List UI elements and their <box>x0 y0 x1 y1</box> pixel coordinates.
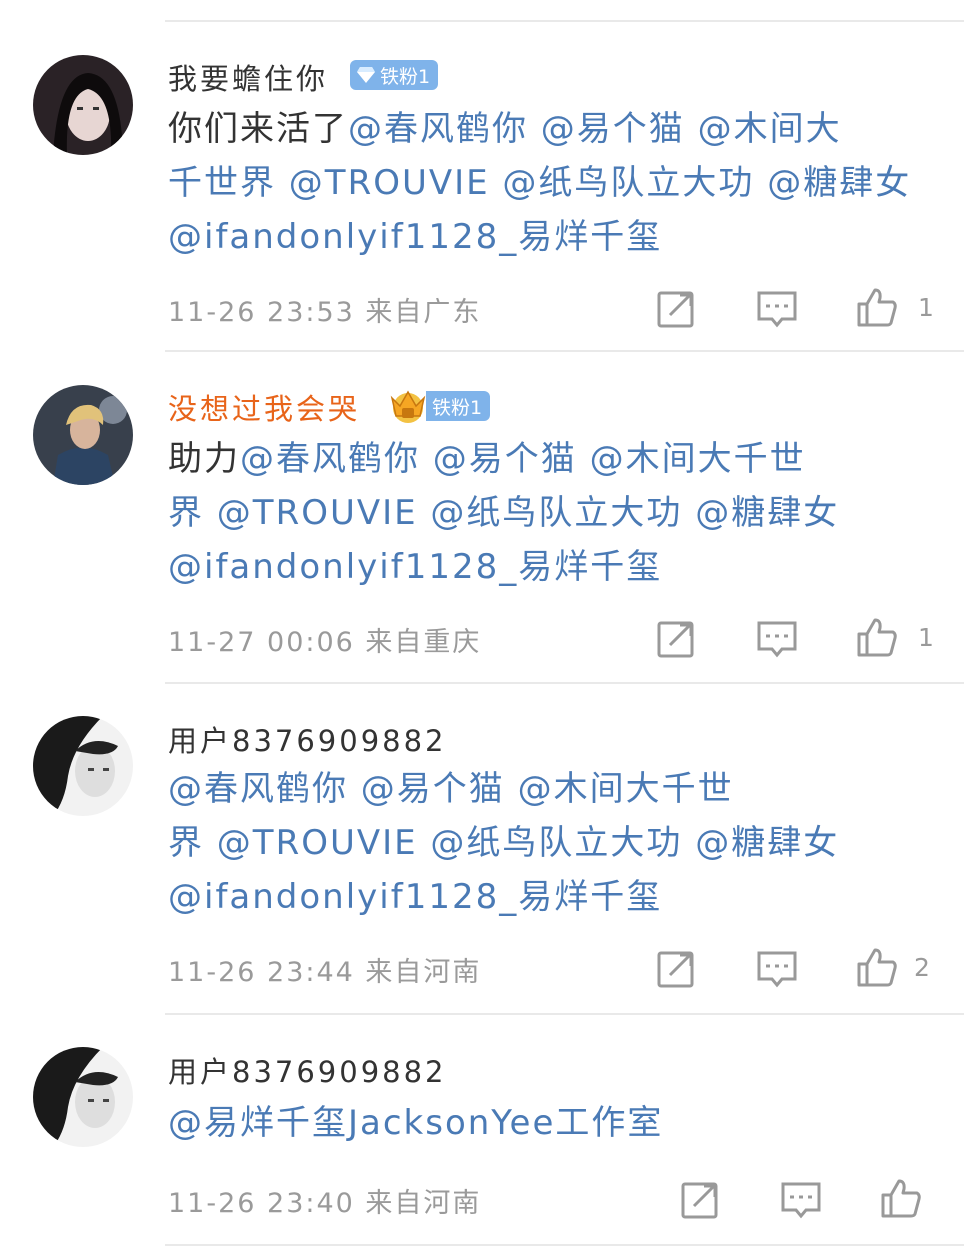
avatar[interactable] <box>33 1047 133 1147</box>
share-edit-icon <box>657 291 694 328</box>
comment-line: @ifandonlyif1128_易烊千玺 <box>168 540 928 594</box>
mention-link[interactable]: @ifandonlyif1128_易烊千玺 <box>168 547 662 587</box>
mention-link[interactable]: 千世界 @TROUVIE @纸鸟队立大功 @糖肆女 <box>168 163 911 203</box>
share-button[interactable] <box>656 288 698 330</box>
share-edit-icon <box>657 621 694 658</box>
crown-icon <box>390 390 426 423</box>
mention-link[interactable]: @春风鹤你 @易个猫 @木间大千世 <box>168 769 734 809</box>
mention-link[interactable]: @春风鹤你 @易个猫 @木间大千世 <box>240 439 806 479</box>
thumbs-up-icon <box>857 618 897 657</box>
like-count: 2 <box>914 953 930 982</box>
mention-link[interactable]: @春风鹤你 @易个猫 @木间大 <box>348 109 842 149</box>
comment-bubble-icon <box>757 291 797 328</box>
divider <box>165 350 964 352</box>
text-segment: 你们来活了 <box>168 109 348 149</box>
comment-line: 你们来活了@春风鹤你 @易个猫 @木间大 <box>168 102 928 156</box>
like-count: 1 <box>918 293 934 322</box>
comment-line: @ifandonlyif1128_易烊千玺 <box>168 870 928 924</box>
like-button[interactable] <box>856 616 898 658</box>
comment-meta: 11-26 23:44 来自河南 <box>168 957 482 988</box>
comment-list: 我要蟾住你 铁粉1 你们来活了@春风鹤你 @易个猫 @木间大 千世界 @TROU… <box>0 0 964 1255</box>
fan-badge: 铁粉1 <box>426 391 491 421</box>
badge-label: 铁粉1 <box>432 396 483 419</box>
avatar[interactable] <box>33 716 133 816</box>
comment-line: @易烊千玺JacksonYee工作室 <box>168 1096 928 1150</box>
comment-line: @ifandonlyif1128_易烊千玺 <box>168 210 928 264</box>
avatar[interactable] <box>33 385 133 485</box>
reply-button[interactable] <box>780 1179 822 1221</box>
mention-link[interactable]: @ifandonlyif1128_易烊千玺 <box>168 877 662 917</box>
comment-line: 助力@春风鹤你 @易个猫 @木间大千世 <box>168 432 928 486</box>
comment-line: @春风鹤你 @易个猫 @木间大千世 <box>168 762 928 816</box>
thumbs-up-icon <box>881 1179 921 1218</box>
divider <box>165 20 964 22</box>
mention-link[interactable]: @ifandonlyif1128_易烊千玺 <box>168 217 662 257</box>
mention-link[interactable]: @易烊千玺JacksonYee工作室 <box>168 1103 663 1143</box>
like-button[interactable] <box>856 286 898 328</box>
reply-button[interactable] <box>756 948 798 990</box>
share-button[interactable] <box>656 618 698 660</box>
reply-button[interactable] <box>756 618 798 660</box>
share-button[interactable] <box>680 1179 722 1221</box>
comment-meta: 11-26 23:53 来自广东 <box>168 297 482 328</box>
share-edit-icon <box>657 951 694 988</box>
share-button[interactable] <box>656 948 698 990</box>
avatar[interactable] <box>33 55 133 155</box>
username[interactable]: 我要蟾住你 <box>168 56 328 98</box>
username[interactable]: 没想过我会哭 <box>168 386 360 428</box>
diamond-icon <box>357 67 375 83</box>
divider <box>165 1013 964 1015</box>
share-edit-icon <box>681 1182 718 1219</box>
divider <box>165 1244 964 1246</box>
reply-button[interactable] <box>756 288 798 330</box>
comment-text: @易烊千玺JacksonYee工作室 <box>168 1096 928 1150</box>
username[interactable]: 用户8376909882 <box>168 1049 447 1091</box>
mention-link[interactable]: 界 @TROUVIE @纸鸟队立大功 @糖肆女 <box>168 823 839 863</box>
comment-line: 界 @TROUVIE @纸鸟队立大功 @糖肆女 <box>168 816 928 870</box>
like-button[interactable] <box>856 946 898 988</box>
badge-label: 铁粉1 <box>380 65 431 88</box>
comment-bubble-icon <box>757 951 797 988</box>
thumbs-up-icon <box>857 288 897 327</box>
comment-bubble-icon <box>781 1182 821 1219</box>
comment-meta: 11-26 23:40 来自河南 <box>168 1188 482 1219</box>
comment-bubble-icon <box>757 621 797 658</box>
like-count: 1 <box>918 623 934 652</box>
mention-link[interactable]: 界 @TROUVIE @纸鸟队立大功 @糖肆女 <box>168 493 839 533</box>
comment-text: @春风鹤你 @易个猫 @木间大千世 界 @TROUVIE @纸鸟队立大功 @糖肆… <box>168 762 928 924</box>
comment-line: 界 @TROUVIE @纸鸟队立大功 @糖肆女 <box>168 486 928 540</box>
divider <box>165 682 964 684</box>
fan-badge: 铁粉1 <box>350 60 439 90</box>
comment-line: 千世界 @TROUVIE @纸鸟队立大功 @糖肆女 <box>168 156 928 210</box>
comment-meta: 11-27 00:06 来自重庆 <box>168 627 482 658</box>
comment-text: 助力@春风鹤你 @易个猫 @木间大千世 界 @TROUVIE @纸鸟队立大功 @… <box>168 432 928 594</box>
thumbs-up-icon <box>857 948 897 987</box>
username[interactable]: 用户8376909882 <box>168 718 447 760</box>
comment-text: 你们来活了@春风鹤你 @易个猫 @木间大 千世界 @TROUVIE @纸鸟队立大… <box>168 102 928 264</box>
like-button[interactable] <box>880 1177 922 1219</box>
text-segment: 助力 <box>168 439 240 479</box>
